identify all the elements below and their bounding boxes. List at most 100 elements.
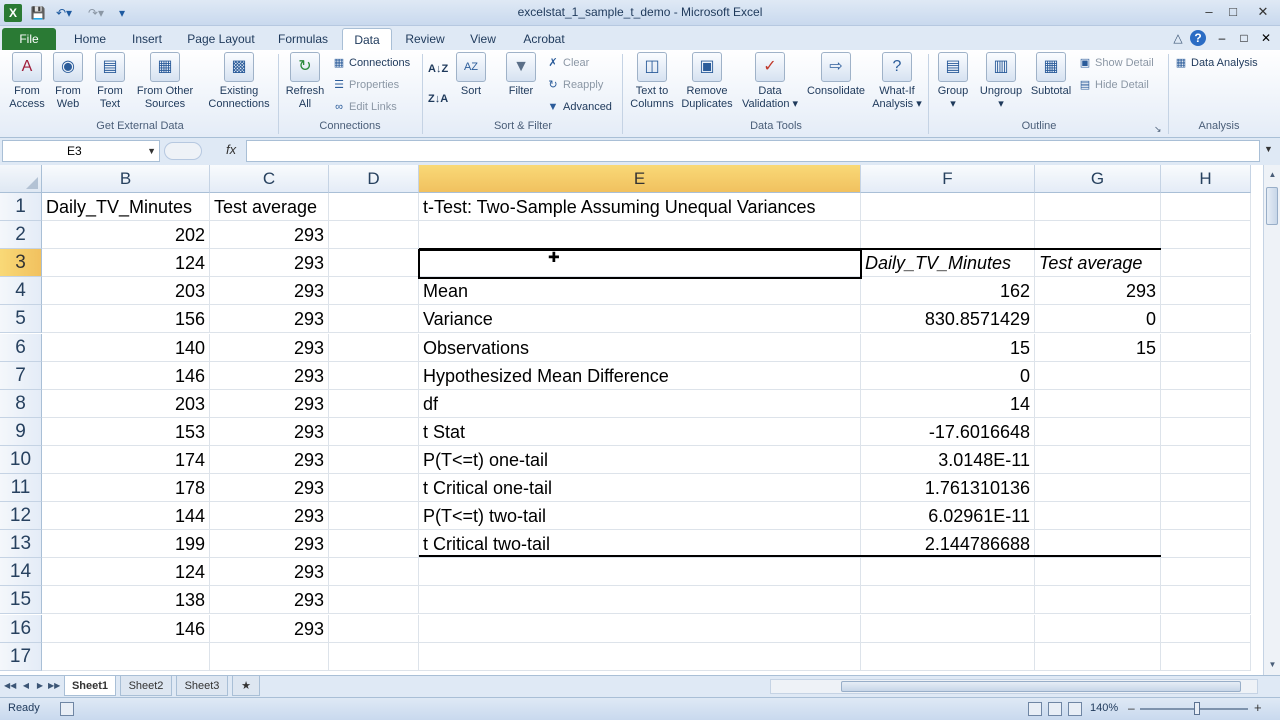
grid-cell[interactable] <box>1035 361 1161 390</box>
sheet-tab-sheet1[interactable]: Sheet1 <box>64 676 116 696</box>
grid-cell[interactable] <box>861 558 1035 587</box>
data-analysis-button[interactable]: ▦ Data Analysis <box>1174 54 1258 72</box>
grid-cell[interactable] <box>1161 642 1251 671</box>
cell-c1-header[interactable]: Test average <box>210 193 329 222</box>
first-sheet-icon[interactable]: ◀◀ <box>4 679 16 693</box>
zoom-in-icon[interactable]: + <box>1254 700 1262 715</box>
prev-sheet-icon[interactable]: ◀ <box>20 679 32 693</box>
vertical-scroll-thumb[interactable] <box>1266 187 1278 225</box>
maximize-button[interactable]: □ <box>1222 3 1244 21</box>
row-header-4[interactable]: 4 <box>0 277 42 306</box>
grid-cell[interactable] <box>329 558 419 587</box>
cell-b-value[interactable]: 178 <box>42 474 210 503</box>
cell-c-value[interactable]: 293 <box>210 361 329 390</box>
refresh-all-button[interactable]: ↻ Refresh All <box>282 52 328 111</box>
from-web-button[interactable]: ◉ From Web <box>50 52 86 111</box>
cell-b-value[interactable]: 203 <box>42 277 210 306</box>
grid-cell[interactable] <box>1035 614 1161 643</box>
grid-cell[interactable] <box>861 221 1035 250</box>
help-icon[interactable]: ? <box>1190 30 1206 46</box>
row-header-11[interactable]: 11 <box>0 474 42 503</box>
grid-cell[interactable] <box>329 361 419 390</box>
row-header-9[interactable]: 9 <box>0 417 42 446</box>
edit-links-button[interactable]: ∞ Edit Links <box>332 98 397 116</box>
grid-cell[interactable] <box>329 445 419 474</box>
column-header-e[interactable]: E <box>419 165 861 193</box>
name-box[interactable]: E3 ▼ <box>2 140 160 162</box>
ttest-f-value[interactable]: 6.02961E-11 <box>861 502 1035 531</box>
cell-b-value[interactable]: 144 <box>42 502 210 531</box>
expand-formula-bar-icon[interactable]: ▼ <box>1264 144 1273 154</box>
cell-c-value[interactable]: 293 <box>210 305 329 334</box>
ttest-label[interactable]: P(T<=t) one-tail <box>419 445 861 474</box>
row-header-7[interactable]: 7 <box>0 361 42 390</box>
column-header-d[interactable]: D <box>329 165 419 193</box>
cell-c-value[interactable]: 293 <box>210 530 329 559</box>
grid-cell[interactable] <box>329 614 419 643</box>
cell-c-value[interactable]: 293 <box>210 417 329 446</box>
cell-b-value[interactable]: 199 <box>42 530 210 559</box>
vertical-scrollbar[interactable]: ▲ ▼ <box>1263 165 1280 675</box>
ttest-f-value[interactable]: 15 <box>861 333 1035 362</box>
cell-c-value[interactable]: 293 <box>210 558 329 587</box>
hide-detail-button[interactable]: ▤ Hide Detail <box>1078 76 1149 94</box>
row-header-12[interactable]: 12 <box>0 502 42 531</box>
subtotal-button[interactable]: ▦ Subtotal <box>1028 52 1074 98</box>
outline-dialog-launcher-icon[interactable]: ↘ <box>1154 120 1162 138</box>
horizontal-scrollbar[interactable] <box>770 679 1258 694</box>
sort-a-z-icon[interactable]: A↓Z <box>428 60 448 78</box>
grid-cell[interactable] <box>1161 305 1251 334</box>
column-header-b[interactable]: B <box>42 165 210 193</box>
grid-cell[interactable] <box>1161 586 1251 615</box>
cell-c-value[interactable]: 293 <box>210 389 329 418</box>
ttest-label[interactable]: Mean <box>419 277 861 306</box>
row-header-2[interactable]: 2 <box>0 221 42 250</box>
cell-c-value[interactable]: 293 <box>210 277 329 306</box>
grid-cell[interactable] <box>1035 193 1161 222</box>
column-header-h[interactable]: H <box>1161 165 1251 193</box>
grid-cell[interactable] <box>1161 474 1251 503</box>
grid-cell[interactable] <box>419 558 861 587</box>
grid-cell[interactable] <box>861 586 1035 615</box>
tab-file[interactable]: File <box>2 28 56 50</box>
grid-cell[interactable] <box>1035 642 1161 671</box>
select-all-corner[interactable] <box>0 165 42 193</box>
sort-z-a-icon[interactable]: Z↓A <box>428 90 448 108</box>
clear-button[interactable]: ✗ Clear <box>546 54 589 72</box>
row-header-14[interactable]: 14 <box>0 558 42 587</box>
ttest-f-value[interactable]: 1.761310136 <box>861 474 1035 503</box>
cell-b-value[interactable]: 153 <box>42 417 210 446</box>
ttest-g-value[interactable]: 0 <box>1035 305 1161 334</box>
minimize-ribbon-icon[interactable]: △ <box>1170 30 1186 46</box>
grid-cell[interactable] <box>1035 586 1161 615</box>
row-header-3[interactable]: 3 <box>0 249 42 278</box>
cell-b-value[interactable]: 174 <box>42 445 210 474</box>
insert-function-icon[interactable]: fx <box>226 142 236 157</box>
grid-cell[interactable] <box>1035 474 1161 503</box>
ttest-f-value[interactable]: 162 <box>861 277 1035 306</box>
grid-cell[interactable] <box>1035 445 1161 474</box>
filter-button[interactable]: ▼ Filter <box>502 52 540 98</box>
ttest-label[interactable]: t Critical one-tail <box>419 474 861 503</box>
grid-cell[interactable] <box>1161 558 1251 587</box>
cell-c-value[interactable]: 293 <box>210 249 329 278</box>
formula-bar-splitter[interactable] <box>164 142 202 160</box>
grid-cell[interactable] <box>329 249 419 278</box>
tab-review[interactable]: Review <box>400 28 450 50</box>
ttest-f-value[interactable]: 0 <box>861 361 1035 390</box>
ttest-g-value[interactable]: 15 <box>1035 333 1161 362</box>
grid-cell[interactable] <box>1161 361 1251 390</box>
sort-button[interactable]: AZ Sort <box>454 52 488 98</box>
tab-view[interactable]: View <box>462 28 504 50</box>
row-header-6[interactable]: 6 <box>0 333 42 362</box>
grid-cell[interactable] <box>419 221 861 250</box>
remove-duplicates-button[interactable]: ▣ Remove Duplicates <box>678 52 736 111</box>
grid-cell[interactable] <box>1035 558 1161 587</box>
tab-formulas[interactable]: Formulas <box>272 28 334 50</box>
name-box-dropdown-icon[interactable]: ▼ <box>147 141 156 161</box>
sheet-tab-sheet3[interactable]: Sheet3 <box>176 676 228 696</box>
grid-cell[interactable] <box>1161 333 1251 362</box>
grid-cell[interactable] <box>210 642 329 671</box>
grid-cell[interactable] <box>329 333 419 362</box>
ttest-f-value[interactable]: 14 <box>861 389 1035 418</box>
